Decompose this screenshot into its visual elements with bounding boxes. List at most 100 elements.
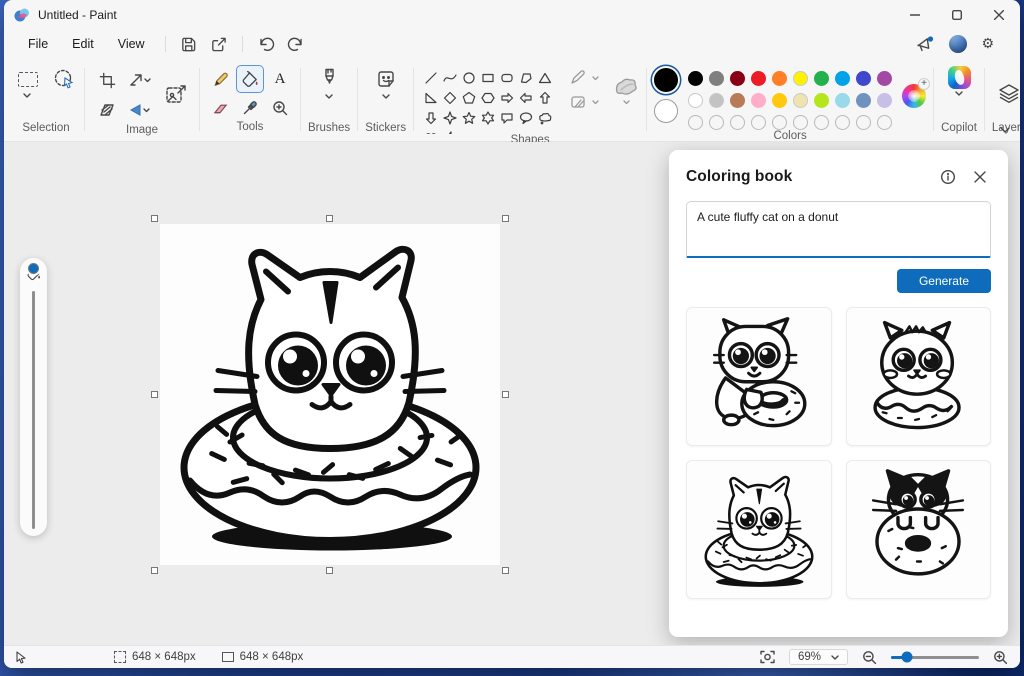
info-icon[interactable] <box>937 166 959 188</box>
brushes-dropdown-chevron[interactable] <box>325 94 333 99</box>
free-select-tool[interactable] <box>51 66 77 92</box>
redo-button[interactable] <box>281 32 311 56</box>
fill-tolerance-slider[interactable] <box>20 258 47 536</box>
palette-swatch-empty[interactable] <box>856 115 871 130</box>
layers-button[interactable] <box>994 79 1020 109</box>
shape-right-triangle[interactable] <box>421 88 440 108</box>
rectangle-select-tool[interactable] <box>15 66 41 92</box>
palette-swatch[interactable] <box>730 71 745 86</box>
shape-hexagon[interactable] <box>478 88 497 108</box>
thumbnail-black-white-cat-behind-donut[interactable] <box>846 460 992 599</box>
thumbnail-cat-hugging-donut[interactable] <box>686 307 832 446</box>
stickers-button[interactable] <box>373 66 399 92</box>
palette-swatch-empty[interactable] <box>793 115 808 130</box>
minimize-button[interactable] <box>894 0 936 30</box>
paint-canvas[interactable] <box>160 224 500 565</box>
shape-speech-bubble-rect[interactable] <box>497 108 516 128</box>
shape-outline-dropdown[interactable] <box>570 70 599 86</box>
image-options-button[interactable] <box>160 79 192 111</box>
shape-style-button[interactable] <box>613 76 639 105</box>
thumbnail-fluffy-cat-on-donut[interactable] <box>846 307 992 446</box>
selection-handle-e[interactable] <box>502 391 509 398</box>
menu-file[interactable]: File <box>16 33 60 55</box>
palette-swatch[interactable] <box>877 93 892 108</box>
shape-arrow-up[interactable] <box>535 88 554 108</box>
slider-handle[interactable] <box>28 263 39 274</box>
palette-swatch-empty[interactable] <box>730 115 745 130</box>
eraser-tool[interactable] <box>207 95 233 121</box>
shape-pentagon[interactable] <box>459 88 478 108</box>
selection-handle-ne[interactable] <box>502 215 509 222</box>
shape-arrow-left[interactable] <box>516 88 535 108</box>
zoom-level-dropdown[interactable]: 69% <box>789 649 848 665</box>
panel-close-icon[interactable] <box>969 166 991 188</box>
generate-button[interactable]: Generate <box>897 269 991 293</box>
shape-heart[interactable] <box>421 128 440 134</box>
selection-dropdown-chevron[interactable] <box>23 93 31 98</box>
palette-swatch[interactable] <box>835 93 850 108</box>
shape-ellipse[interactable] <box>459 68 478 88</box>
palette-swatch[interactable] <box>709 71 724 86</box>
selection-handle-w[interactable] <box>151 391 158 398</box>
zoom-in-icon[interactable] <box>993 650 1008 665</box>
slider-track[interactable] <box>32 291 35 529</box>
account-avatar[interactable] <box>949 35 967 53</box>
shape-lightning[interactable] <box>440 128 459 134</box>
feedback-icon[interactable] <box>915 35 935 53</box>
close-button[interactable] <box>978 0 1020 30</box>
palette-swatch[interactable] <box>730 93 745 108</box>
palette-swatch[interactable] <box>877 71 892 86</box>
color1-swatch[interactable] <box>654 68 678 92</box>
palette-swatch[interactable] <box>793 71 808 86</box>
magnifier-tool[interactable] <box>267 95 293 121</box>
pencil-tool[interactable] <box>207 66 233 92</box>
fill-tool[interactable] <box>237 66 263 92</box>
zoom-slider-handle[interactable] <box>902 652 913 663</box>
copilot-icon[interactable] <box>948 66 971 89</box>
palette-swatch[interactable] <box>835 71 850 86</box>
shape-polygon[interactable] <box>516 68 535 88</box>
zoom-out-icon[interactable] <box>862 650 877 665</box>
copilot-dropdown-chevron[interactable] <box>955 91 963 96</box>
shape-diamond[interactable] <box>440 88 459 108</box>
color2-swatch[interactable] <box>654 99 678 123</box>
fit-to-screen-icon[interactable] <box>760 650 775 664</box>
stickers-dropdown-chevron[interactable] <box>382 94 390 99</box>
palette-swatch-empty[interactable] <box>709 115 724 130</box>
resize-tool[interactable] <box>124 67 154 93</box>
selection-handle-n[interactable] <box>326 215 333 222</box>
palette-swatch[interactable] <box>856 71 871 86</box>
shape-arrow-right[interactable] <box>497 88 516 108</box>
shape-thought-bubble[interactable] <box>535 108 554 128</box>
palette-swatch[interactable] <box>751 71 766 86</box>
shape-four-point-star[interactable] <box>440 108 459 128</box>
menu-edit[interactable]: Edit <box>60 33 106 55</box>
selection-handle-nw[interactable] <box>151 215 158 222</box>
palette-swatch[interactable] <box>793 93 808 108</box>
palette-swatch-empty[interactable] <box>814 115 829 130</box>
palette-swatch[interactable] <box>688 71 703 86</box>
shape-fill-dropdown[interactable] <box>570 94 599 110</box>
palette-swatch-empty[interactable] <box>688 115 703 130</box>
palette-swatch[interactable] <box>688 93 703 108</box>
palette-swatch[interactable] <box>751 93 766 108</box>
palette-swatch-empty[interactable] <box>877 115 892 130</box>
palette-swatch[interactable] <box>772 93 787 108</box>
selection-handle-se[interactable] <box>502 567 509 574</box>
zoom-slider[interactable] <box>891 656 979 659</box>
brushes-button[interactable] <box>316 66 342 92</box>
palette-swatch-empty[interactable] <box>835 115 850 130</box>
share-button[interactable] <box>204 32 234 56</box>
shape-curve[interactable] <box>440 68 459 88</box>
edit-colors-button[interactable] <box>902 84 926 108</box>
shape-six-point-star[interactable] <box>478 108 497 128</box>
palette-swatch[interactable] <box>814 93 829 108</box>
settings-gear-icon[interactable]: ⚙ <box>981 37 994 51</box>
thumbnail-cat-sitting-in-donut[interactable] <box>686 460 832 599</box>
shape-five-point-star[interactable] <box>459 108 478 128</box>
prompt-input[interactable]: A cute fluffy cat on a donut <box>686 201 991 258</box>
palette-swatch-empty[interactable] <box>751 115 766 130</box>
selection-handle-sw[interactable] <box>151 567 158 574</box>
save-button[interactable] <box>174 32 204 56</box>
shape-line[interactable] <box>421 68 440 88</box>
